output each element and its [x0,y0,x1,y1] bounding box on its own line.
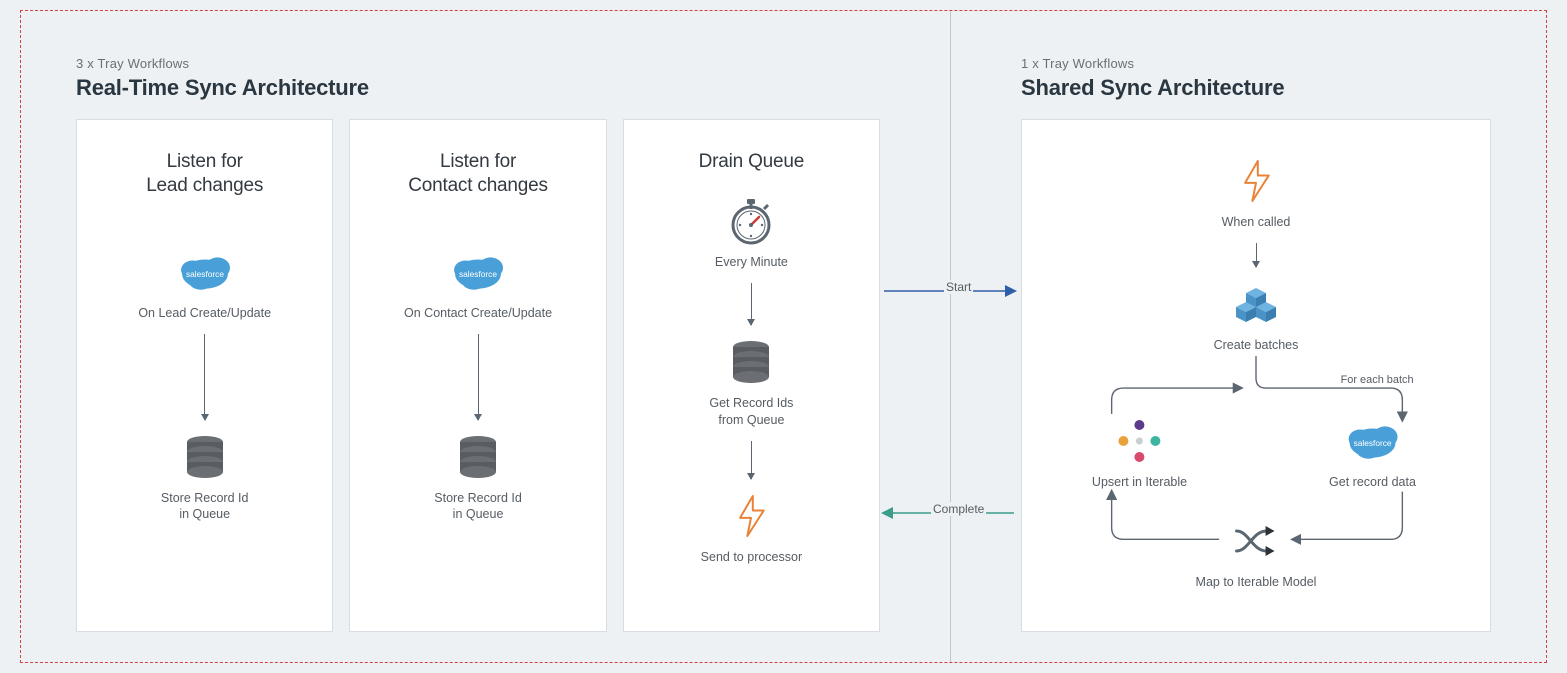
node-label: Store Record Id in Queue [434,490,522,524]
node-bolt-send: Send to processor [701,491,802,566]
bolt-icon [1236,156,1276,206]
card-lead-changes: Listen for Lead changes On Lead Create/U… [76,119,333,632]
realtime-section: 3 x Tray Workflows Real-Time Sync Archit… [76,56,880,632]
node-label: Every Minute [715,254,788,271]
section-divider [950,11,951,662]
node-get-record: Get record data [1329,416,1416,491]
node-label: On Lead Create/Update [138,305,271,322]
database-icon [456,432,500,482]
node-stopwatch: Every Minute [715,196,788,271]
node-upsert-iterable: Upsert in Iterable [1092,416,1187,491]
for-each-label: For each batch [1341,374,1414,386]
node-db-contact: Store Record Id in Queue [434,432,522,524]
node-label: Map to Iterable Model [1196,574,1317,591]
realtime-title: Real-Time Sync Architecture [76,75,880,101]
arrow-down-icon [751,283,752,325]
connector-complete-label: Complete [931,502,986,516]
arrow-down-icon [478,334,479,420]
shared-title: Shared Sync Architecture [1021,75,1491,101]
node-salesforce-contact: On Contact Create/Update [404,247,552,322]
node-db-queue: Get Record Ids from Queue [709,337,793,429]
node-label: Get record data [1329,474,1416,491]
salesforce-icon [180,247,230,297]
node-label: Store Record Id in Queue [161,490,249,524]
node-label: When called [1222,214,1291,231]
node-bolt-called: When called [1222,156,1291,231]
database-icon [729,337,773,387]
node-cubes-batches: Create batches [1214,279,1299,354]
card-shared: When called Create batches [1021,119,1491,632]
node-label: Get Record Ids from Queue [709,395,793,429]
database-icon [183,432,227,482]
arrow-down-icon [204,334,205,420]
arrow-down-icon [751,441,752,479]
shared-subtitle: 1 x Tray Workflows [1021,56,1491,71]
diagram-frame: 3 x Tray Workflows Real-Time Sync Archit… [20,10,1547,663]
node-db-lead: Store Record Id in Queue [161,432,249,524]
card-title: Listen for Lead changes [146,150,263,199]
card-drain-queue: Drain Queue Every Minute Get Record Ids … [623,119,880,632]
card-contact-changes: Listen for Contact changes On Contact Cr… [349,119,606,632]
shared-section: 1 x Tray Workflows Shared Sync Architect… [1021,56,1491,632]
salesforce-icon [1347,416,1397,466]
node-label: Send to processor [701,549,802,566]
node-salesforce-lead: On Lead Create/Update [138,247,271,322]
node-map-model: Map to Iterable Model [1196,516,1317,591]
connector-start-label: Start [944,280,973,294]
card-title: Drain Queue [699,150,805,174]
salesforce-icon [453,247,503,297]
node-label: On Contact Create/Update [404,305,552,322]
node-label: Upsert in Iterable [1092,474,1187,491]
stopwatch-icon [726,196,776,246]
bolt-icon [731,491,771,541]
cubes-icon [1234,279,1278,329]
card-title: Listen for Contact changes [408,150,548,199]
realtime-subtitle: 3 x Tray Workflows [76,56,880,71]
iterable-icon [1118,416,1162,466]
arrow-down-icon [1256,243,1257,267]
shuffle-icon [1233,516,1279,566]
node-label: Create batches [1214,337,1299,354]
